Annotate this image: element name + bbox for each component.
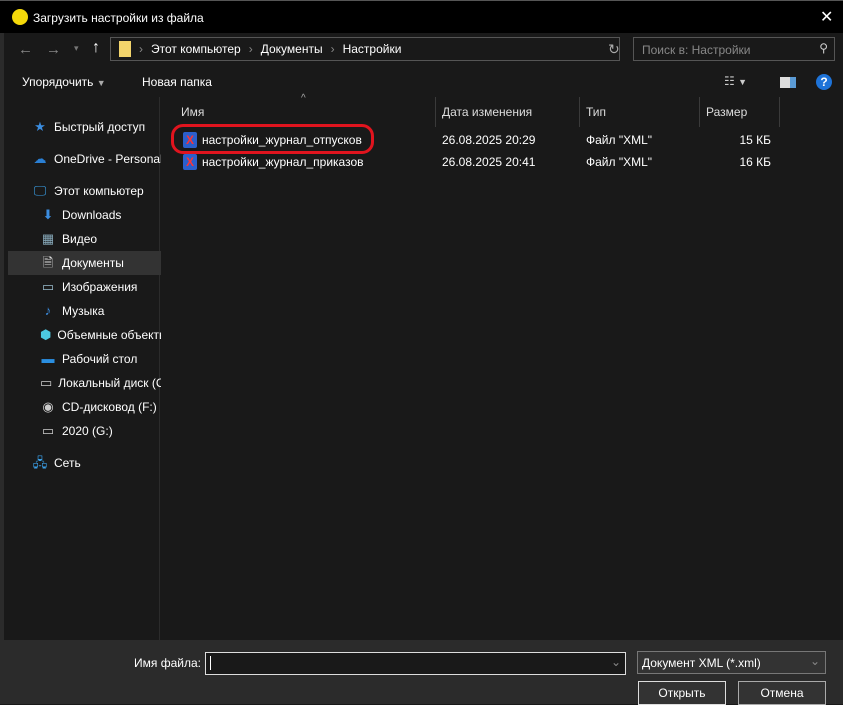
window-title: Загрузить настройки из файла — [33, 11, 204, 25]
toolbar: Упорядочить ▼ Новая папка ☷ ▼ ? — [0, 66, 843, 97]
title-bar: Загрузить настройки из файла ✕ — [0, 0, 843, 33]
sidebar-item-label: OneDrive - Personal — [54, 152, 163, 166]
navigation-pane: ★ Быстрый доступ ☁ OneDrive - Personal 🖵 Эт… — [0, 97, 163, 640]
sidebar-item-drive-g[interactable]: ▭ 2020 (G:) — [8, 419, 163, 443]
file-type-value: Документ XML (*.xml) — [642, 656, 761, 670]
organize-label: Упорядочить — [22, 75, 94, 89]
back-button[interactable]: ← — [18, 41, 33, 58]
close-button[interactable]: ✕ — [820, 7, 833, 27]
sidebar-item-cd-drive[interactable]: ◉ CD-дисковод (F:) — [8, 395, 163, 419]
sidebar-item-label: Сеть — [54, 456, 81, 470]
search-input[interactable]: Поиск в: Настройки ⚲ — [633, 37, 835, 61]
address-bar[interactable]: › Этот компьютер › Документы › Настройки — [110, 37, 620, 61]
view-options-icon[interactable]: ☷ ▼ — [724, 74, 747, 88]
column-header-type[interactable]: Тип — [580, 97, 700, 127]
sidebar-item-label: Музыка — [62, 304, 105, 318]
desktop-icon: ▬ — [41, 351, 55, 366]
search-icon: ⚲ — [819, 41, 828, 55]
cancel-button[interactable]: Отмена — [738, 681, 826, 705]
star-icon: ★ — [34, 119, 46, 134]
drive-icon: ▭ — [40, 375, 53, 390]
sidebar-item-downloads[interactable]: ⬇ Downloads — [8, 203, 163, 227]
file-type: Файл "XML" — [586, 133, 653, 147]
navigation-bar: ← → ▾ ↑ › Этот компьютер › Документы › Н… — [0, 33, 843, 66]
file-date: 26.08.2025 20:41 — [442, 155, 536, 169]
filename-input[interactable]: ⌄ — [205, 652, 626, 675]
up-button[interactable]: ↑ — [92, 39, 100, 57]
sidebar-item-label: Видео — [62, 232, 98, 246]
sidebar-item-label: 2020 (G:) — [62, 424, 113, 438]
cloud-icon: ☁ — [33, 151, 47, 166]
sidebar-item-label: Downloads — [62, 208, 122, 222]
video-icon: ▦ — [41, 231, 55, 246]
breadcrumb-computer[interactable]: Этот компьютер — [151, 42, 241, 56]
sidebar-item-onedrive[interactable]: ☁ OneDrive - Personal — [8, 147, 163, 171]
sidebar-item-music[interactable]: ♪ Музыка — [8, 299, 163, 323]
sidebar-item-quick-access[interactable]: ★ Быстрый доступ — [8, 115, 163, 139]
sidebar-item-this-pc[interactable]: 🖵 Этот компьютер — [8, 179, 163, 203]
xml-file-icon: X — [183, 154, 197, 170]
bottom-panel: Имя файла: ⌄ Документ XML (*.xml) ⌄ Откр… — [0, 640, 843, 705]
file-size: 16 КБ — [739, 155, 771, 169]
app-icon — [12, 9, 28, 25]
sidebar-item-documents[interactable]: 🗎 Документы — [8, 251, 163, 275]
sidebar-item-label: Этот компьютер — [54, 184, 144, 198]
file-type-select[interactable]: Документ XML (*.xml) ⌄ — [637, 651, 826, 674]
drive-icon: ▭ — [41, 423, 55, 438]
sidebar-item-3d-objects[interactable]: ⬢ Объемные объекты — [8, 323, 163, 347]
document-icon: 🗎 — [42, 255, 54, 270]
sidebar-item-local-disk[interactable]: ▭ Локальный диск (C:) — [8, 371, 163, 395]
network-icon: 🖧 — [32, 455, 48, 470]
image-icon: ▭ — [41, 279, 55, 294]
filename-label: Имя файла: — [134, 656, 201, 670]
file-name: настройки_журнал_приказов — [202, 155, 364, 169]
recent-dropdown-icon[interactable]: ▾ — [74, 43, 79, 54]
forward-button[interactable]: → — [46, 41, 61, 58]
music-icon: ♪ — [44, 303, 52, 318]
open-button[interactable]: Открыть — [638, 681, 726, 705]
new-folder-button[interactable]: Новая папка — [142, 75, 212, 89]
sidebar-item-label: Документы — [62, 256, 124, 270]
sidebar-item-desktop[interactable]: ▬ Рабочий стол — [8, 347, 163, 371]
preview-pane-icon[interactable] — [780, 77, 796, 88]
folder-icon — [119, 41, 131, 57]
download-icon: ⬇ — [42, 207, 54, 222]
breadcrumb-documents[interactable]: Документы — [261, 42, 323, 56]
sidebar-item-network[interactable]: 🖧 Сеть — [8, 451, 163, 475]
help-icon[interactable]: ? — [816, 74, 832, 90]
column-header-size[interactable]: Размер — [700, 97, 780, 127]
sidebar-item-label: Объемные объекты — [57, 328, 163, 342]
highlight-annotation — [171, 124, 374, 154]
file-row[interactable]: X настройки_журнал_приказов 26.08.2025 2… — [161, 152, 843, 172]
sidebar-item-label: Изображения — [62, 280, 138, 294]
file-size: 15 КБ — [739, 133, 771, 147]
file-list: ^ Имя Дата изменения Тип Размер X настро… — [161, 93, 843, 640]
cd-icon: ◉ — [42, 399, 54, 414]
search-placeholder: Поиск в: Настройки — [642, 43, 751, 57]
file-type: Файл "XML" — [586, 155, 653, 169]
column-header-name[interactable]: Имя — [175, 97, 436, 127]
column-header-date[interactable]: Дата изменения — [436, 97, 580, 127]
sidebar-item-label: Рабочий стол — [62, 352, 138, 366]
organize-button[interactable]: Упорядочить ▼ — [22, 75, 106, 89]
chevron-down-icon[interactable]: ⌄ — [611, 655, 621, 669]
computer-icon: 🖵 — [33, 183, 47, 198]
sidebar-item-video[interactable]: ▦ Видео — [8, 227, 163, 251]
sidebar-item-pictures[interactable]: ▭ Изображения — [8, 275, 163, 299]
cube-icon: ⬢ — [40, 327, 52, 342]
sidebar-item-label: Локальный диск (C:) — [58, 376, 163, 390]
file-date: 26.08.2025 20:29 — [442, 133, 536, 147]
breadcrumb-settings[interactable]: Настройки — [343, 42, 402, 56]
refresh-button[interactable]: ↻ — [608, 41, 620, 58]
sidebar-item-label: Быстрый доступ — [54, 120, 146, 134]
sidebar-item-label: CD-дисковод (F:) — [62, 400, 157, 414]
chevron-down-icon: ⌄ — [809, 654, 820, 668]
